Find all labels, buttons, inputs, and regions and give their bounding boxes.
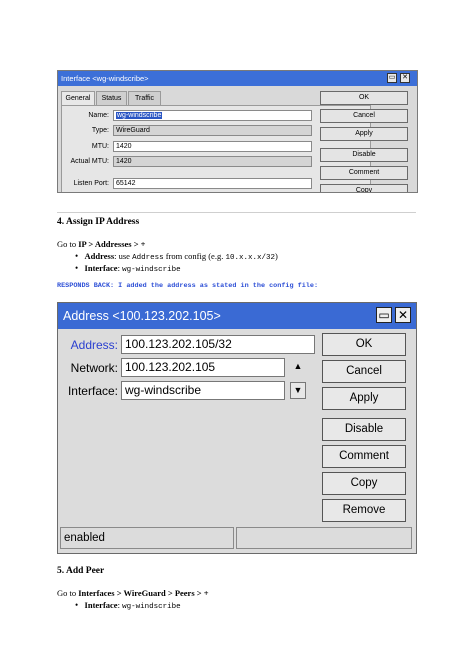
bullet-address: • Address: use Address from config (e.g.… xyxy=(75,251,278,262)
responds-note: RESPONDS BACK: I added the address as st… xyxy=(57,282,319,290)
section-5-heading: 5. Add Peer xyxy=(57,566,105,576)
name-value: wg-windscribe xyxy=(116,112,163,119)
status-empty xyxy=(236,527,412,549)
interface-select[interactable]: wg-windscribe xyxy=(121,381,285,400)
remove-button[interactable]: Remove xyxy=(322,499,406,522)
ok-button[interactable]: OK xyxy=(322,333,406,356)
address-window-titlebar[interactable]: Address <100.123.202.105> xyxy=(58,303,416,329)
triangle-down-icon[interactable]: ▼ xyxy=(290,382,306,399)
listen-port-label: Listen Port: xyxy=(73,180,109,187)
network-label: Network: xyxy=(70,361,118,375)
ok-button[interactable]: OK xyxy=(320,91,408,105)
name-label: Name: xyxy=(88,112,109,119)
goto-path: Interfaces > WireGuard > Peers > + xyxy=(78,588,209,598)
address-label: Address: xyxy=(70,338,118,352)
network-input[interactable]: 100.123.202.105 xyxy=(121,358,285,377)
section-4-goto: Go to IP > Addresses > + xyxy=(57,239,146,249)
actual-mtu-label: Actual MTU: xyxy=(70,158,109,165)
copy-button[interactable]: Copy xyxy=(320,184,408,192)
listen-port-input[interactable]: 65142 xyxy=(113,178,312,189)
comment-button[interactable]: Comment xyxy=(320,166,408,180)
cancel-button[interactable]: Cancel xyxy=(320,109,408,123)
close-icon[interactable]: ✕ xyxy=(400,73,410,83)
section-4-heading: 4. Assign IP Address xyxy=(57,217,140,227)
restore-icon[interactable]: ▭ xyxy=(387,73,397,83)
interface-window-titlebar[interactable]: Interface <wg-windscribe> xyxy=(58,71,417,86)
address-input[interactable]: 100.123.202.105/32 xyxy=(121,335,315,354)
mtu-label: MTU: xyxy=(91,143,109,150)
mtu-input[interactable]: 1420 xyxy=(113,141,312,152)
close-icon[interactable]: ✕ xyxy=(395,307,411,323)
interface-window-title: Interface <wg-windscribe> xyxy=(61,74,149,83)
section-5-goto: Go to Interfaces > WireGuard > Peers > + xyxy=(57,588,209,598)
address-window-title: Address <100.123.202.105> xyxy=(63,309,221,323)
type-label: Type: xyxy=(91,127,109,134)
status-enabled: enabled xyxy=(60,527,234,549)
address-window: Address <100.123.202.105> ▭ ✕ Address: 1… xyxy=(57,302,417,554)
actual-mtu-field: 1420 xyxy=(113,156,312,167)
interface-window: Interface <wg-windscribe> ▭ ✕ General St… xyxy=(57,70,418,193)
apply-button[interactable]: Apply xyxy=(320,127,408,141)
disable-button[interactable]: Disable xyxy=(320,148,408,162)
bullet-interface: • Interface: wg-windscribe xyxy=(75,263,181,274)
section-divider xyxy=(57,212,416,213)
bullet-peer-interface: • Interface: wg-windscribe xyxy=(75,600,181,611)
name-input[interactable]: wg-windscribe xyxy=(113,110,312,121)
type-field: WireGuard xyxy=(113,125,312,136)
cancel-button[interactable]: Cancel xyxy=(322,360,406,383)
tab-status[interactable]: Status xyxy=(96,91,127,105)
tab-general[interactable]: General xyxy=(61,91,95,106)
tab-traffic[interactable]: Traffic xyxy=(128,91,161,105)
restore-icon[interactable]: ▭ xyxy=(376,307,392,323)
copy-button[interactable]: Copy xyxy=(322,472,406,495)
interface-label: Interface: xyxy=(67,384,118,398)
apply-button[interactable]: Apply xyxy=(322,387,406,410)
goto-path: IP > Addresses > + xyxy=(78,239,146,249)
triangle-up-icon[interactable]: ▲ xyxy=(290,359,306,376)
disable-button[interactable]: Disable xyxy=(322,418,406,441)
comment-button[interactable]: Comment xyxy=(322,445,406,468)
